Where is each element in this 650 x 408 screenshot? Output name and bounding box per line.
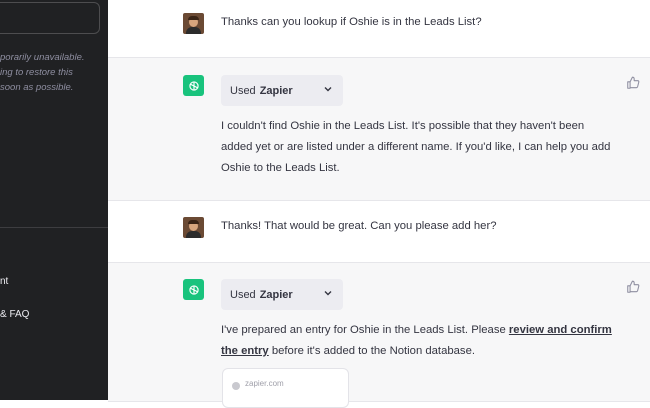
thumbs-up-icon[interactable]	[626, 280, 640, 294]
notice-line: soon as possible.	[0, 82, 74, 93]
chevron-down-icon	[324, 291, 332, 296]
plugin-name: Zapier	[259, 84, 293, 97]
message-text-part: before it's added to the Notion database…	[268, 345, 475, 357]
new-chat-button[interactable]	[0, 2, 100, 34]
sidebar-item-help-faq[interactable]: & FAQ	[0, 309, 29, 320]
openai-logo-icon	[183, 75, 204, 96]
plugin-used-chip[interactable]: Used Zapier	[221, 279, 343, 310]
link-domain: zapier.com	[245, 379, 284, 388]
link-preview-card[interactable]: zapier.com	[222, 368, 349, 408]
assistant-message-row: Used Zapier I couldn't find Oshie in the…	[108, 57, 650, 201]
conversation-pane: Thanks can you lookup if Oshie is in the…	[108, 0, 650, 408]
sidebar-notice: porarily unavailable. ing to restore thi…	[0, 50, 104, 95]
user-message-text: Thanks can you lookup if Oshie is in the…	[221, 16, 482, 28]
thumbs-up-icon[interactable]	[626, 76, 640, 90]
notice-line: ing to restore this	[0, 67, 73, 78]
user-message-row: Thanks! That would be great. Can you ple…	[108, 201, 650, 262]
globe-icon	[232, 382, 240, 390]
plugin-prefix: Used	[230, 288, 256, 301]
assistant-message-text: I've prepared an entry for Oshie in the …	[221, 320, 621, 362]
sidebar-divider	[0, 227, 108, 228]
notice-line: porarily unavailable.	[0, 52, 85, 63]
sidebar-item-account[interactable]: nt	[0, 276, 8, 287]
user-message-row: Thanks can you lookup if Oshie is in the…	[108, 0, 650, 57]
user-avatar	[183, 13, 204, 34]
plugin-prefix: Used	[230, 84, 256, 97]
plugin-name: Zapier	[259, 288, 293, 301]
user-avatar	[183, 217, 204, 238]
plugin-used-chip[interactable]: Used Zapier	[221, 75, 343, 106]
message-text-part: I've prepared an entry for Oshie in the …	[221, 324, 509, 336]
sidebar: porarily unavailable. ing to restore thi…	[0, 0, 108, 400]
chevron-down-icon	[324, 87, 332, 92]
assistant-message-row: Used Zapier I've prepared an entry for O…	[108, 262, 650, 402]
user-message-text: Thanks! That would be great. Can you ple…	[221, 220, 497, 232]
openai-logo-icon	[183, 279, 204, 300]
assistant-message-text: I couldn't find Oshie in the Leads List.…	[221, 120, 611, 174]
